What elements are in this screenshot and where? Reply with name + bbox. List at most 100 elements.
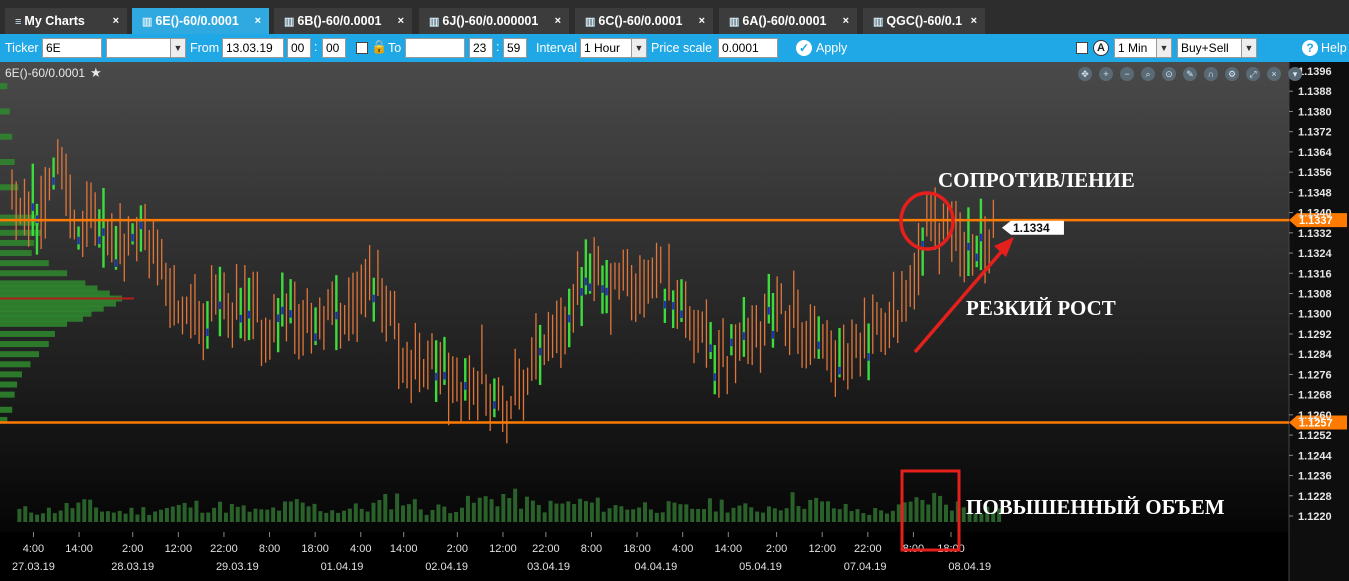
to-enable-checkbox[interactable] bbox=[356, 42, 368, 54]
tab-my-charts[interactable]: ≡ My Charts × bbox=[5, 8, 127, 34]
price-chart[interactable]: 1.13371.12571.13961.13881.13801.13721.13… bbox=[0, 62, 1349, 581]
volume-bar bbox=[855, 509, 860, 522]
volume-bar bbox=[932, 492, 937, 522]
tab-label: 6A()-60/0.0001 bbox=[742, 14, 827, 28]
volume-bar bbox=[802, 508, 807, 522]
x-time-label: 12:00 bbox=[165, 543, 193, 555]
x-time-label: 8:00 bbox=[259, 543, 280, 555]
help-button[interactable]: Help bbox=[1321, 41, 1347, 55]
tab-chart-4[interactable]: ▥ 6C()-60/0.0001 × bbox=[575, 8, 713, 34]
volume-bar bbox=[642, 502, 647, 522]
volume-bar bbox=[672, 502, 677, 522]
pencil-icon[interactable]: ✎ bbox=[1183, 67, 1197, 81]
timeframe-select[interactable]: 1 Min ▼ bbox=[1114, 38, 1172, 58]
x-date-label: 29.03.19 bbox=[216, 561, 259, 573]
x-date-label: 04.04.19 bbox=[634, 561, 677, 573]
close-icon[interactable]: × bbox=[1267, 67, 1281, 81]
gear-icon[interactable]: ⚙ bbox=[1225, 67, 1239, 81]
auto-checkbox[interactable] bbox=[1076, 42, 1088, 54]
x-time-label: 22:00 bbox=[854, 543, 882, 555]
auto-scale-icon[interactable]: A bbox=[1093, 40, 1109, 56]
y-tick-label: 1.1364 bbox=[1298, 147, 1333, 159]
volume-bar bbox=[235, 506, 240, 522]
x-time-label: 22:00 bbox=[210, 543, 238, 555]
volume-bar bbox=[489, 499, 494, 522]
volume-bar bbox=[353, 503, 358, 522]
close-icon[interactable]: × bbox=[843, 8, 849, 34]
x-time-label: 4:00 bbox=[350, 543, 371, 555]
chevron-down-icon[interactable]: ▾ bbox=[1288, 67, 1302, 81]
close-icon[interactable]: × bbox=[398, 8, 404, 34]
volume-bar bbox=[825, 501, 830, 522]
apply-button[interactable]: Apply bbox=[816, 41, 847, 55]
zoom-out-icon[interactable]: − bbox=[1120, 67, 1134, 81]
close-icon[interactable]: × bbox=[113, 8, 119, 34]
zoom-in-icon[interactable]: + bbox=[1099, 67, 1113, 81]
volume-profile-bar bbox=[0, 250, 32, 257]
from-label: From bbox=[190, 41, 220, 55]
zoom-fit-icon[interactable]: ⊙ bbox=[1162, 67, 1176, 81]
volume-bar bbox=[418, 509, 423, 522]
bar-chart-icon: ▥ bbox=[729, 16, 740, 28]
ticker-input[interactable]: 6E bbox=[42, 38, 102, 58]
close-icon[interactable]: × bbox=[555, 8, 561, 34]
from-hour-input[interactable]: 00 bbox=[287, 38, 311, 58]
ticker-select[interactable]: ▼ bbox=[106, 38, 186, 58]
y-tick-label: 1.1396 bbox=[1298, 66, 1332, 78]
volume-bar bbox=[229, 503, 234, 522]
volume-bar bbox=[371, 502, 376, 522]
bar-chart-icon: ▥ bbox=[284, 16, 295, 28]
tab-chart-6[interactable]: ▥ QGC()-60/0.1 × bbox=[863, 8, 985, 34]
tab-chart-3[interactable]: ▥ 6J()-60/0.000001 × bbox=[419, 8, 569, 34]
close-icon[interactable]: × bbox=[699, 8, 705, 34]
zoom-area-icon[interactable]: ⌕ bbox=[1141, 67, 1155, 81]
volume-bar bbox=[737, 505, 742, 522]
volume-bar bbox=[52, 513, 57, 522]
volume-bar bbox=[873, 508, 878, 522]
volume-bar bbox=[105, 511, 110, 522]
move-icon[interactable]: ✥ bbox=[1078, 67, 1092, 81]
volume-bar bbox=[253, 508, 258, 522]
favorite-star-icon[interactable]: ★ bbox=[90, 65, 102, 81]
close-icon[interactable]: × bbox=[971, 8, 977, 34]
from-minute-input[interactable]: 00 bbox=[322, 38, 346, 58]
volume-bar bbox=[524, 496, 529, 522]
interval-select[interactable]: 1 Hour ▼ bbox=[580, 38, 647, 58]
price-axis-background bbox=[1289, 62, 1349, 581]
y-tick-label: 1.1268 bbox=[1298, 390, 1332, 402]
tab-chart-5[interactable]: ▥ 6A()-60/0.0001 × bbox=[719, 8, 857, 34]
to-date-input[interactable] bbox=[405, 38, 465, 58]
volume-bar bbox=[766, 506, 771, 522]
y-tick-label: 1.1260 bbox=[1298, 410, 1332, 422]
volume-profile-bar bbox=[0, 371, 22, 378]
volume-bar bbox=[282, 501, 287, 522]
volume-bar bbox=[519, 508, 524, 522]
price-scale-input[interactable]: 0.0001 bbox=[718, 38, 778, 58]
to-hour-input[interactable]: 23 bbox=[469, 38, 493, 58]
tab-label: 6C()-60/0.0001 bbox=[598, 14, 683, 28]
from-date-input[interactable]: 13.03.19 bbox=[222, 38, 284, 58]
volume-bar bbox=[678, 504, 683, 522]
chart-area[interactable]: 1.1337 1.1257 1.1396 1.1388 1.1380 1.1372 1.13… bbox=[0, 62, 1349, 581]
magnet-icon[interactable]: ∩ bbox=[1204, 67, 1218, 81]
volume-profile-bar bbox=[0, 406, 13, 413]
volume-bar bbox=[40, 513, 45, 522]
volume-bar bbox=[176, 504, 181, 522]
volume-profile-bar bbox=[0, 108, 10, 115]
expand-icon[interactable]: ⤢ bbox=[1246, 67, 1260, 81]
tab-chart-2[interactable]: ▥ 6B()-60/0.0001 × bbox=[274, 8, 412, 34]
volume-bar bbox=[365, 511, 370, 522]
volume-bar bbox=[914, 497, 919, 522]
to-minute-input[interactable]: 59 bbox=[503, 38, 527, 58]
volume-bar bbox=[111, 512, 116, 522]
tab-chart-1[interactable]: ▥ 6E()-60/0.0001 × bbox=[132, 8, 269, 34]
volume-bar bbox=[141, 507, 146, 522]
x-date-label: 27.03.19 bbox=[12, 561, 55, 573]
volume-bar bbox=[212, 507, 217, 522]
volume-bar bbox=[654, 512, 659, 522]
help-icon: ? bbox=[1302, 40, 1318, 56]
side-select[interactable]: Buy+Sell ▼ bbox=[1177, 38, 1257, 58]
y-tick-label: 1.1348 bbox=[1298, 187, 1332, 199]
close-icon[interactable]: × bbox=[255, 8, 261, 34]
volume-bar bbox=[896, 504, 901, 522]
